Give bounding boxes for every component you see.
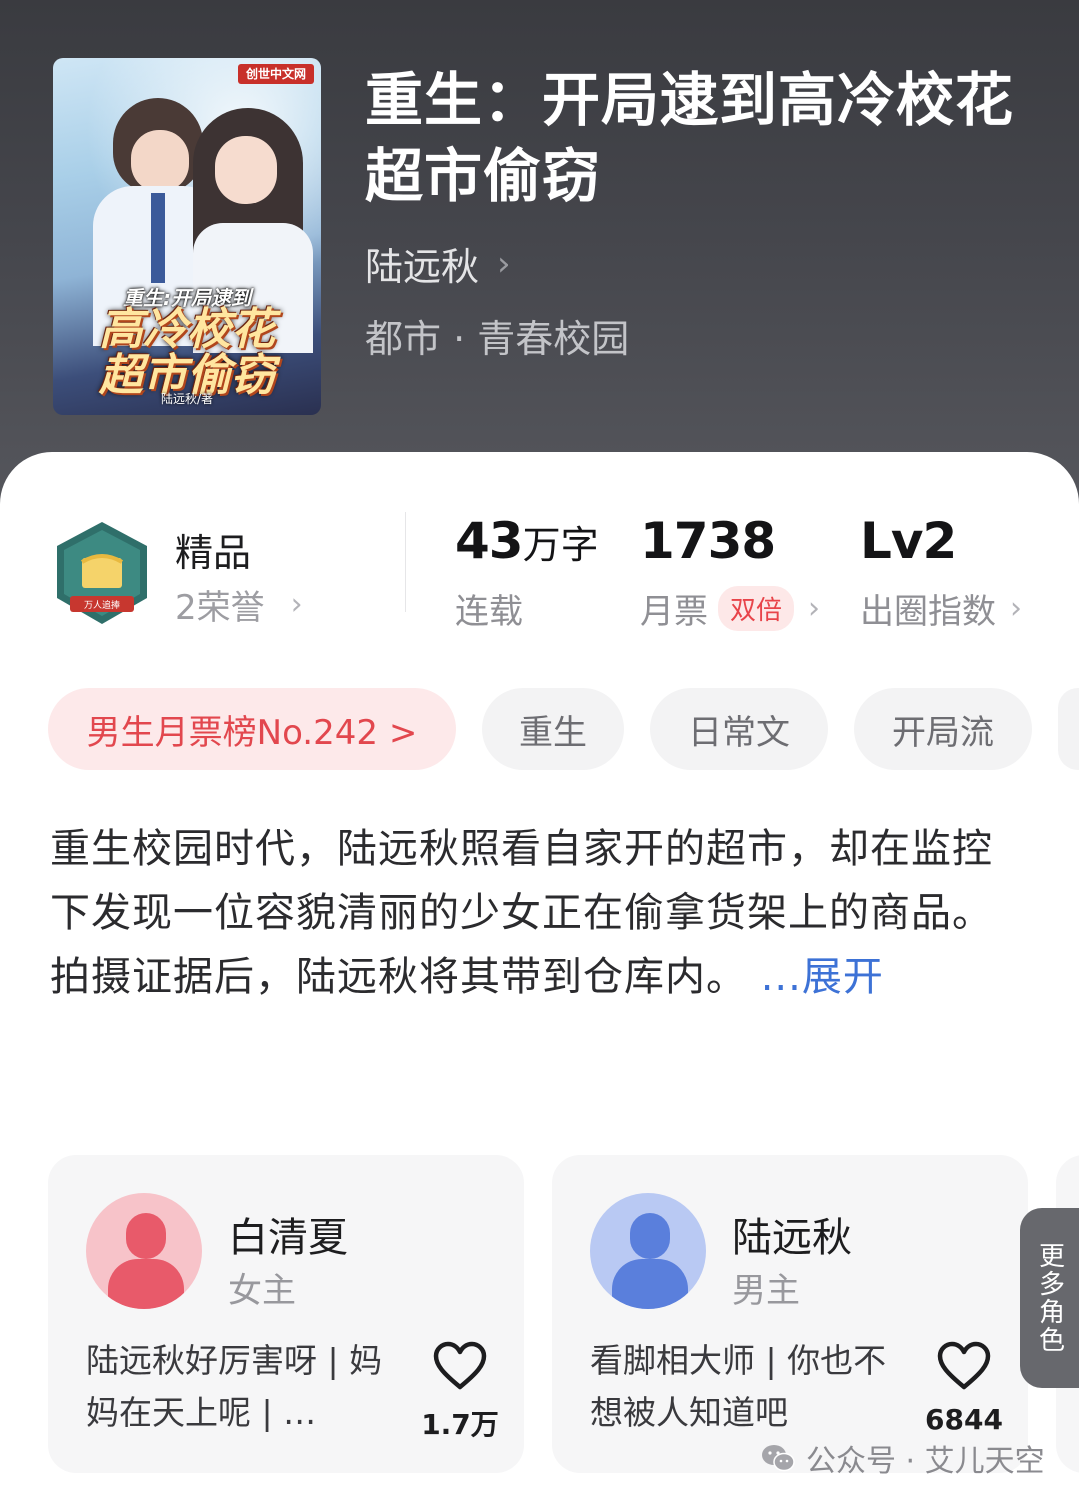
- tag-more[interactable]: [1058, 688, 1079, 770]
- honor-count: 2荣誉: [175, 588, 265, 628]
- book-description: 重生校园时代，陆远秋照看自家开的超市，却在监控下发现一位容貌清丽的少女正在偷拿货…: [50, 817, 1010, 1009]
- avatar-silhouette-head: [126, 1213, 166, 1259]
- book-cover[interactable]: 创世中文网 重生:开局逮到 高冷校花 超市偷窃 陆远秋/著: [53, 58, 321, 415]
- chevron-right-icon: ›: [290, 587, 303, 622]
- tag-daily[interactable]: 日常文: [650, 688, 828, 770]
- honor-badge-label: 万人追捧: [84, 599, 120, 611]
- character-card[interactable]: 陆远秋 男主 看脚相大师 | 你也不想被人知道吧 6844: [552, 1155, 1028, 1473]
- tag-opening[interactable]: 开局流: [854, 688, 1032, 770]
- character-card[interactable]: 白清夏 女主 陆远秋好厉害呀 | 妈妈在天上呢 | … 1.7万: [48, 1155, 524, 1473]
- character-avatar: [590, 1193, 706, 1309]
- stats-divider: [405, 512, 406, 612]
- cover-girl-face: [215, 136, 277, 204]
- honor-link[interactable]: 2荣誉 ›: [175, 580, 303, 629]
- honor-badge-icon[interactable]: 万人追捧: [52, 520, 152, 626]
- watermark: 公众号 · 艾儿天空: [760, 1436, 1045, 1480]
- tag-rebirth[interactable]: 重生: [482, 688, 624, 770]
- word-count-number: 43: [455, 512, 524, 570]
- influence-value: Lv2: [860, 512, 957, 570]
- character-role: 男主: [732, 1271, 800, 1311]
- cover-author: 陆远秋/著: [160, 392, 214, 406]
- word-count: 43万字: [455, 512, 599, 570]
- watermark-text: 公众号 · 艾儿天空: [806, 1444, 1045, 1479]
- chevron-right-icon: ›: [1010, 591, 1022, 626]
- monthly-votes-value: 1738: [640, 512, 776, 570]
- like-count: 6844: [925, 1403, 1003, 1436]
- character-avatar: [86, 1193, 202, 1309]
- monthly-votes-link[interactable]: 月票 双倍 ›: [640, 584, 820, 633]
- character-quotes: 看脚相大师 | 你也不想被人知道吧: [590, 1341, 887, 1432]
- character-name: 陆远秋: [732, 1215, 852, 1261]
- avatar-silhouette-body: [612, 1259, 688, 1309]
- avatar-silhouette-body: [108, 1259, 184, 1309]
- character-role: 女主: [228, 1271, 296, 1311]
- heart-icon[interactable]: [937, 1341, 991, 1391]
- cover-boy-face: [131, 130, 189, 192]
- monthly-votes-label: 月票: [640, 592, 708, 632]
- cover-title-line1: 高冷校花: [99, 304, 275, 355]
- expand-link[interactable]: ...展开: [761, 954, 884, 1000]
- wechat-icon: [762, 1445, 795, 1472]
- cover-tie: [151, 193, 165, 283]
- word-count-unit: 万字: [522, 523, 599, 567]
- heart-icon[interactable]: [433, 1341, 487, 1391]
- serial-status: 连载: [455, 592, 523, 632]
- chevron-right-icon: ›: [808, 591, 821, 626]
- rank-tag[interactable]: 男生月票榜No.242 >: [48, 688, 456, 770]
- like-count: 1.7万: [421, 1408, 499, 1441]
- character-name: 白清夏: [228, 1215, 348, 1261]
- character-quotes: 陆远秋好厉害呀 | 妈妈在天上呢 | …: [86, 1341, 383, 1432]
- double-badge: 双倍: [718, 586, 795, 631]
- book-title: 重生：开局逮到高冷校花超市偷窃: [365, 66, 1015, 210]
- author-link[interactable]: 陆远秋 ›: [365, 236, 511, 291]
- avatar-silhouette-head: [630, 1213, 670, 1259]
- author-name: 陆远秋: [365, 245, 480, 289]
- influence-label: 出圈指数: [860, 592, 996, 632]
- influence-link[interactable]: 出圈指数 ›: [860, 584, 1022, 633]
- chevron-right-icon: ›: [497, 243, 511, 284]
- more-roles-button[interactable]: 更多角色: [1020, 1208, 1079, 1388]
- cover-publisher-badge: 创世中文网: [238, 64, 314, 84]
- honor-title: 精品: [175, 531, 252, 575]
- book-genre: 都市 · 青春校园: [365, 317, 630, 361]
